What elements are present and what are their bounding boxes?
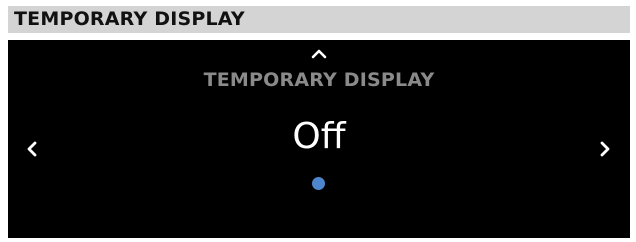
page-indicator-dot [312,177,325,190]
setting-value: Off [292,116,346,157]
header-title: TEMPORARY DISPLAY [14,8,245,30]
setting-title: TEMPORARY DISPLAY [203,69,435,91]
chevron-right-icon[interactable] [599,140,611,158]
chevron-up-icon[interactable] [311,49,327,59]
device-screen: TEMPORARY DISPLAY Off [8,40,630,238]
header-bar: TEMPORARY DISPLAY [8,6,630,33]
